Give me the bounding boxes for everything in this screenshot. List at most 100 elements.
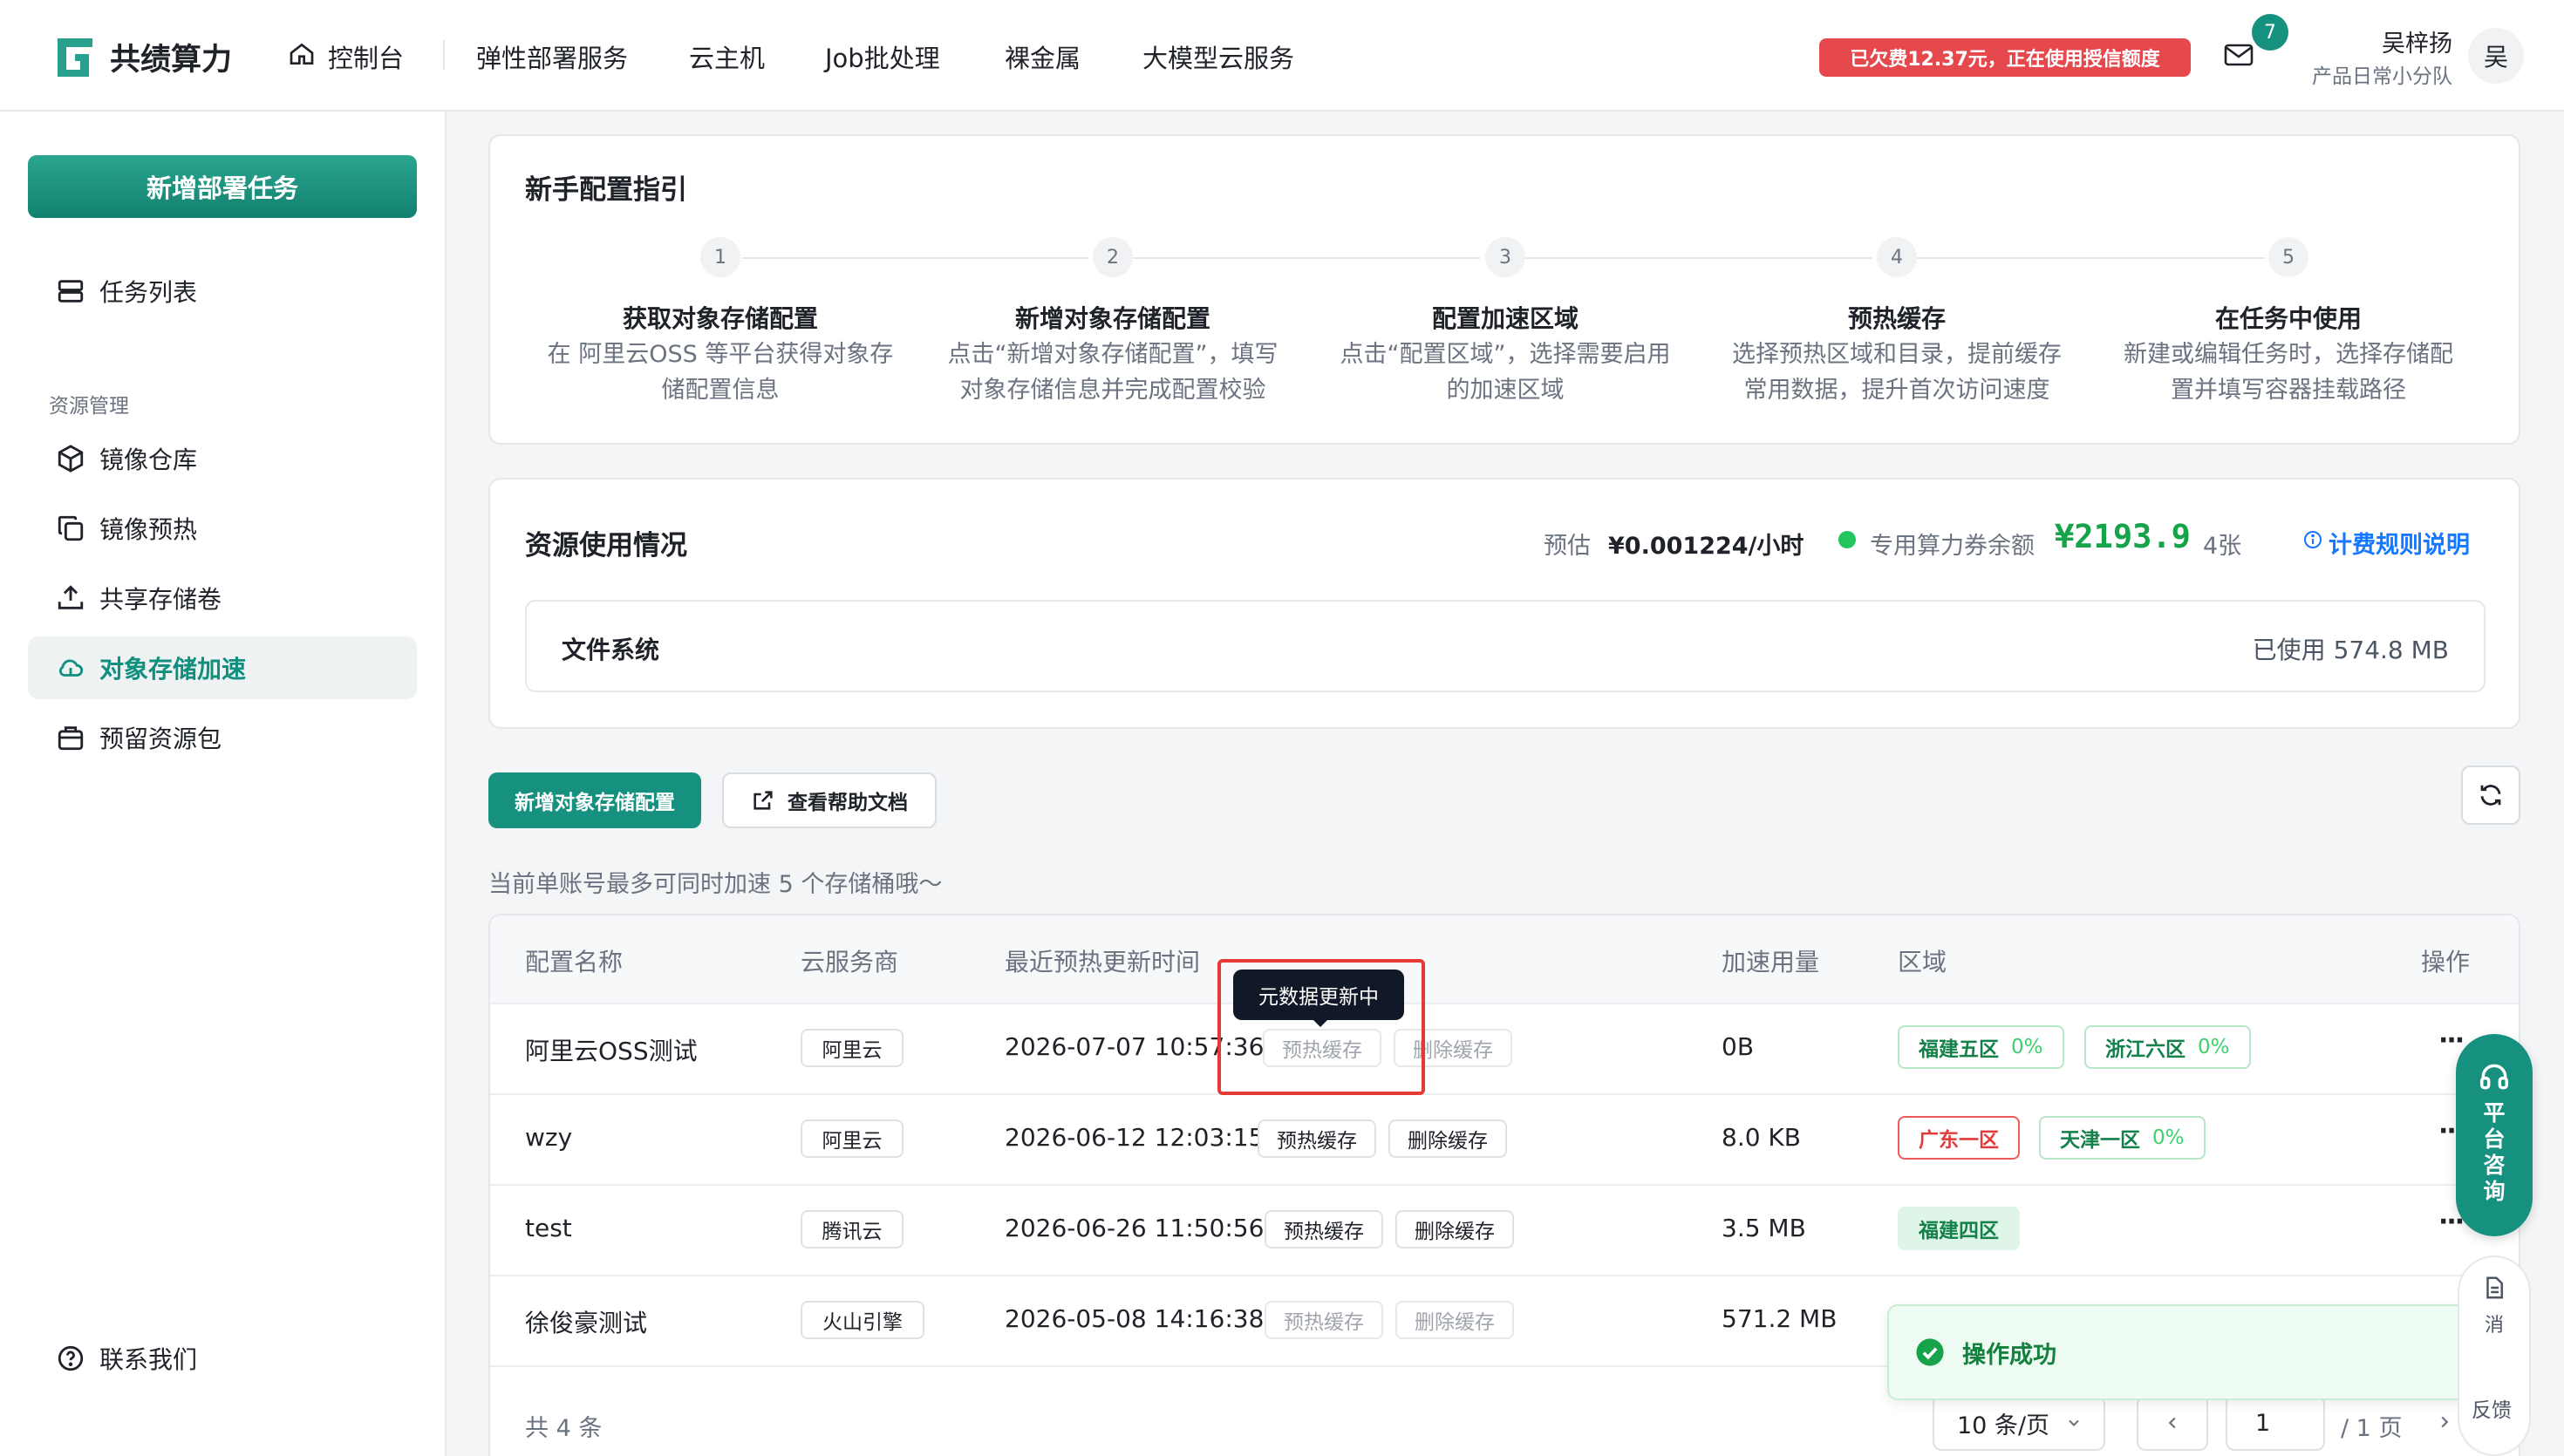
refresh-icon (2478, 782, 2504, 808)
voucher-count: 4张 (2203, 533, 2242, 560)
provider-tag: 阿里云 (801, 1119, 904, 1158)
region-tag[interactable]: 广东一区 (1898, 1116, 2020, 1160)
table-header (490, 915, 2519, 1003)
doc-label: 消 (2484, 1315, 2504, 1337)
team-name[interactable]: 产品日常小分队 (2250, 59, 2452, 89)
page-size-select[interactable]: 10 条/页 (1933, 1395, 2105, 1451)
sidebar-item-label: 对象存储加速 (99, 655, 247, 684)
step-description: 新建或编辑任务时，选择存储配 置并填写容器挂载路径 (2124, 341, 2453, 404)
chevron-down-icon (2065, 1414, 2083, 1432)
guide-title: 新手配置指引 (525, 174, 687, 206)
column-header: 配置名称 (525, 948, 624, 976)
copy-icon (56, 514, 85, 543)
step-title: 在任务中使用 (2214, 304, 2362, 333)
accel-usage: 571.2 MB (1722, 1304, 1838, 1333)
upload-icon (56, 583, 85, 613)
step-connector (1133, 257, 1480, 259)
headset-icon (2478, 1060, 2511, 1093)
nav-divider (443, 40, 445, 70)
step-connector (742, 257, 1088, 259)
delete-cache-button[interactable]: 删除缓存 (1395, 1210, 1514, 1248)
prewarm-cache-button[interactable]: 预热缓存 (1265, 1210, 1383, 1248)
success-toast: 操作成功 (1887, 1304, 2508, 1400)
voucher-balance: ¥2193.9 (2055, 518, 2191, 555)
feedback-label[interactable]: 反馈 (2472, 1393, 2512, 1423)
region-tag[interactable]: 福建四区 (1898, 1207, 2020, 1250)
prev-page-button[interactable] (2137, 1395, 2208, 1451)
column-header: 云服务商 (801, 948, 899, 976)
step-description: 点击“配置区域”，选择需要启用 的加速区域 (1340, 341, 1671, 404)
floating-doc-feedback[interactable]: 消 (2458, 1255, 2531, 1456)
prewarm-time: 2026-06-12 12:03:15 (1005, 1123, 1265, 1152)
nav-job-batch[interactable]: Job批处理 (825, 38, 940, 75)
sidebar-item-task-list[interactable]: 任务列表 (28, 260, 417, 323)
nav-console[interactable]: 控制台 (328, 38, 404, 75)
step-description: 选择预热区域和目录，提前缓存 常用数据，提升首次访问速度 (1732, 341, 2062, 404)
list-icon (56, 276, 85, 306)
prewarm-time: 2026-06-26 11:50:56 (1005, 1214, 1265, 1242)
sidebar-item-shared-volume[interactable]: 共享存储卷 (28, 567, 417, 629)
refresh-button[interactable] (2461, 765, 2520, 825)
top-header: 共绩算力 控制台 弹性部署服务 云主机 Job批处理 裸金属 大模型云服务 已欠… (0, 0, 2564, 112)
step-number: 2 (1093, 237, 1133, 277)
step-number: 4 (1877, 237, 1917, 277)
step-title: 配置加速区域 (1431, 304, 1579, 333)
brand-name[interactable]: 共绩算力 (110, 35, 232, 79)
estimate-value: ¥0.001224/小时 (1608, 533, 1804, 560)
provider-tag: 火山引擎 (801, 1301, 924, 1339)
billing-rules-link[interactable]: 计费规则说明 (2329, 526, 2470, 560)
sidebar-item-label: 联系我们 (99, 1345, 198, 1374)
user-name[interactable]: 吴梓扬 (2302, 24, 2452, 58)
home-icon (288, 40, 316, 68)
nav-bare-metal[interactable]: 裸金属 (1005, 38, 1081, 75)
sidebar-item-label: 共享存储卷 (99, 585, 222, 614)
region-tag[interactable]: 福建五区 0% (1898, 1025, 2064, 1069)
provider-tag: 腾讯云 (801, 1210, 904, 1248)
region-tag[interactable]: 天津一区 0% (2039, 1116, 2206, 1160)
nav-cloud-host[interactable]: 云主机 (689, 38, 765, 75)
more-actions-icon[interactable]: ··· (2438, 1025, 2465, 1056)
estimate-label: 预估 (1544, 533, 1591, 560)
sidebar: 新增部署任务 任务列表 资源管理 镜像仓库 镜像预热 共享存储卷 对象存储加速 … (0, 112, 447, 1456)
row-divider (490, 1093, 2519, 1095)
config-name: test (525, 1214, 572, 1242)
column-header: 区域 (1898, 948, 1947, 976)
limit-notice: 当前单账号最多可同时加速 5 个存储桶哦～ (488, 871, 943, 898)
external-link-icon (751, 788, 775, 813)
sidebar-item-label: 任务列表 (99, 278, 198, 307)
sidebar-item-object-storage[interactable]: 对象存储加速 (28, 636, 417, 699)
new-deploy-task-button[interactable]: 新增部署任务 (28, 155, 417, 218)
page-number-input[interactable]: 1 (2226, 1395, 2325, 1451)
provider-tag: 阿里云 (801, 1029, 904, 1067)
sidebar-item-image-prewarm[interactable]: 镜像预热 (28, 497, 417, 560)
column-header: 加速用量 (1722, 948, 1820, 976)
step-title: 新增对象存储配置 (1014, 304, 1210, 333)
add-storage-config-button[interactable]: 新增对象存储配置 (488, 772, 701, 828)
platform-consult-button[interactable]: 平 台 咨 询 (2456, 1034, 2533, 1236)
avatar[interactable]: 吴 (2468, 28, 2524, 84)
sidebar-item-reserved-package[interactable]: 预留资源包 (28, 706, 417, 769)
debt-notice-badge[interactable]: 已欠费12.37元，正在使用授信额度 (1819, 38, 2191, 77)
help-docs-button[interactable]: 查看帮助文档 (722, 772, 937, 828)
delete-cache-button[interactable]: 删除缓存 (1388, 1119, 1507, 1158)
region-tag[interactable]: 浙江六区 0% (2084, 1025, 2251, 1069)
next-page-icon[interactable] (2435, 1412, 2454, 1432)
sidebar-item-label: 预留资源包 (99, 725, 222, 753)
delete-cache-button[interactable]: 删除缓存 (1395, 1301, 1514, 1339)
sidebar-item-image-repo[interactable]: 镜像仓库 (28, 427, 417, 490)
prewarm-cache-button[interactable]: 预热缓存 (1265, 1301, 1383, 1339)
prewarm-cache-button[interactable]: 预热缓存 (1258, 1119, 1376, 1158)
step-description: 点击“新增对象存储配置”，填写 对象存储信息并完成配置校验 (947, 341, 1279, 404)
nav-elastic-deploy[interactable]: 弹性部署服务 (476, 38, 628, 75)
step-title: 预热缓存 (1847, 304, 1946, 333)
step-description: 在 阿里云OSS 等平台获得对象存 储配置信息 (547, 341, 894, 404)
mail-icon[interactable] (2224, 42, 2254, 68)
sidebar-item-label: 镜像仓库 (99, 446, 198, 474)
row-divider (490, 1275, 2519, 1276)
brand-logo-icon[interactable] (54, 35, 98, 78)
nav-llm-cloud[interactable]: 大模型云服务 (1142, 38, 1294, 75)
metadata-updating-tooltip: 元数据更新中 (1233, 970, 1404, 1020)
usage-title: 资源使用情况 (525, 530, 687, 561)
cube-icon (56, 444, 85, 473)
sidebar-item-contact[interactable]: 联系我们 (28, 1327, 417, 1390)
